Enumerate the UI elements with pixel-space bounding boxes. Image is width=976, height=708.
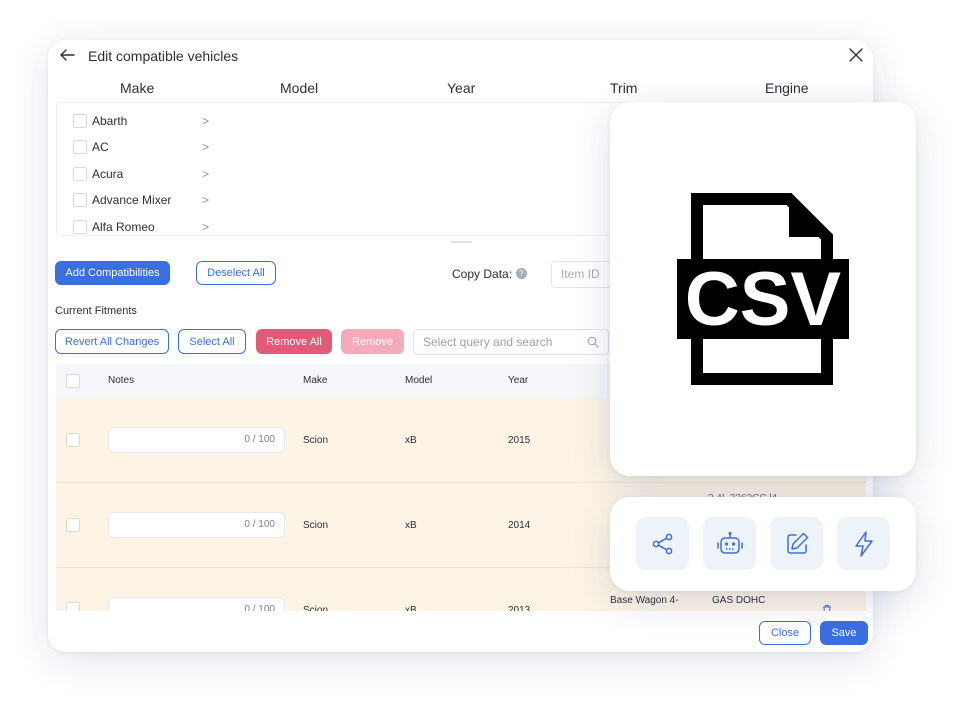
close-icon[interactable] (848, 47, 864, 63)
lightning-tile[interactable] (837, 517, 890, 570)
cell-make: Scion (303, 520, 329, 531)
robot-tile[interactable] (703, 517, 756, 570)
cell-make: Scion (303, 435, 329, 446)
make-item-acura[interactable]: Acura > (57, 161, 227, 187)
cell-model: xB (405, 435, 417, 446)
robot-icon (716, 531, 743, 554)
make-item-alfa-romeo[interactable]: Alfa Romeo > (57, 214, 227, 235)
csv-file-icon: CSV (677, 193, 849, 385)
csv-badge-text: CSV (685, 257, 842, 342)
make-item-abarth[interactable]: Abarth > (57, 108, 227, 134)
chevron-right-icon[interactable]: > (202, 114, 209, 128)
edit-icon (786, 532, 808, 554)
deselect-all-button[interactable]: Deselect All (196, 261, 276, 285)
row-checkbox[interactable] (66, 433, 80, 447)
cell-engine: GAS DOHC (712, 595, 766, 606)
make-checkbox[interactable] (73, 140, 87, 154)
help-icon[interactable]: ? (516, 268, 527, 279)
column-trim: Trim (610, 80, 638, 96)
notes-input[interactable]: 0 / 100 (108, 512, 285, 538)
make-checkbox[interactable] (73, 167, 87, 181)
csv-card: CSV (610, 102, 916, 476)
make-checkbox[interactable] (73, 193, 87, 207)
chevron-right-icon[interactable]: > (202, 193, 209, 207)
chevron-right-icon[interactable]: > (202, 140, 209, 154)
search-icon[interactable] (587, 336, 599, 348)
dialog-footer: Close Save (48, 611, 873, 652)
chevron-right-icon[interactable]: > (202, 220, 209, 234)
header-make: Make (303, 375, 328, 386)
make-label: Alfa Romeo (92, 220, 155, 234)
add-compatibilities-button[interactable]: Add Compatibilities (55, 261, 170, 285)
column-make: Make (120, 80, 155, 96)
column-model: Model (280, 80, 319, 96)
select-all-rows-checkbox[interactable] (66, 374, 80, 388)
make-item-ac[interactable]: AC > (57, 134, 227, 160)
save-button[interactable]: Save (820, 621, 868, 645)
cell-trim: Base Wagon 4- (610, 595, 679, 606)
make-label: Abarth (92, 114, 128, 128)
make-item-advance-mixer[interactable]: Advance Mixer > (57, 187, 227, 213)
cell-year: 2015 (508, 435, 531, 446)
remove-button[interactable]: Remove (341, 329, 404, 354)
chevron-right-icon[interactable]: > (202, 167, 209, 181)
make-list: Abarth > AC > Acura > Advance Mixer > Al… (56, 102, 656, 236)
resize-handle[interactable] (450, 241, 472, 243)
make-checkbox[interactable] (73, 114, 87, 128)
back-arrow-icon[interactable] (58, 46, 76, 64)
cell-year: 2014 (508, 520, 531, 531)
cell-model: xB (405, 520, 417, 531)
column-year: Year (447, 80, 476, 96)
header-year: Year (508, 375, 529, 386)
revert-all-changes-button[interactable]: Revert All Changes (55, 329, 169, 354)
dialog-title: Edit compatible vehicles (88, 48, 239, 64)
close-button[interactable]: Close (759, 621, 811, 645)
share-tile[interactable] (636, 517, 689, 570)
make-label: Acura (92, 167, 124, 181)
lightning-icon (854, 530, 873, 557)
make-label: Advance Mixer (92, 193, 172, 207)
make-label: AC (92, 140, 109, 154)
edit-tile[interactable] (770, 517, 823, 570)
share-icon (652, 533, 672, 554)
select-all-button[interactable]: Select All (178, 329, 246, 354)
notes-input[interactable]: 0 / 100 (108, 427, 285, 453)
feature-icons-card (610, 497, 916, 591)
current-fitments-label: Current Fitments (55, 305, 137, 317)
make-checkbox[interactable] (73, 220, 87, 234)
copy-data-label: Copy Data: (452, 267, 513, 281)
remove-all-button[interactable]: Remove All (256, 329, 332, 354)
column-engine: Engine (765, 80, 809, 96)
header-notes: Notes (108, 375, 135, 386)
row-checkbox[interactable] (66, 518, 80, 532)
header-model: Model (405, 375, 433, 386)
fitment-search-input[interactable]: Select query and search (413, 329, 609, 355)
